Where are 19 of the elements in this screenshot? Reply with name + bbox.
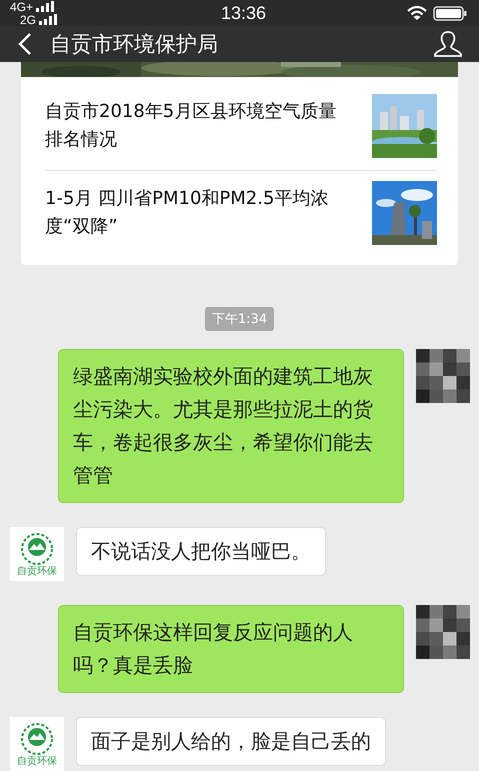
timestamp: 下午1:34 xyxy=(204,307,274,331)
back-icon xyxy=(18,32,32,56)
message-bubble: 不说话没人把你当哑巴。 xyxy=(76,527,326,576)
avatar-label: 自贡环保 xyxy=(17,566,57,576)
emblem-icon xyxy=(19,532,55,566)
network-label: 2G xyxy=(20,12,36,26)
clock-time: 13:36 xyxy=(220,2,268,24)
avatar-label: 自贡环保 xyxy=(17,756,57,766)
person-icon xyxy=(433,30,463,58)
battery-icon xyxy=(433,6,467,20)
window-title: 自贡市环境保护局 xyxy=(50,31,219,58)
message-bubble: 绿盛南湖实验校外面的建筑工地灰尘污染大。尤其是那些拉泥土的货车，卷起很多灰尘，希望你们能去管管 xyxy=(58,349,404,503)
article-title[interactable]: 自贡市2018年5月区县环境空气质量排名情况 xyxy=(45,98,345,154)
network-label: 4G+ xyxy=(10,0,34,14)
message-bubble: 面子是别人给的，脸是自己丢的 xyxy=(76,717,386,766)
emblem-icon xyxy=(19,722,55,756)
wifi-icon xyxy=(407,6,427,20)
message-bubble: 自贡环保这样回复反应问题的人吗？真是丢脸 xyxy=(58,605,404,693)
article-title[interactable]: 1-5月 四川省PM10和PM2.5平均浓度“双降” xyxy=(45,185,345,241)
